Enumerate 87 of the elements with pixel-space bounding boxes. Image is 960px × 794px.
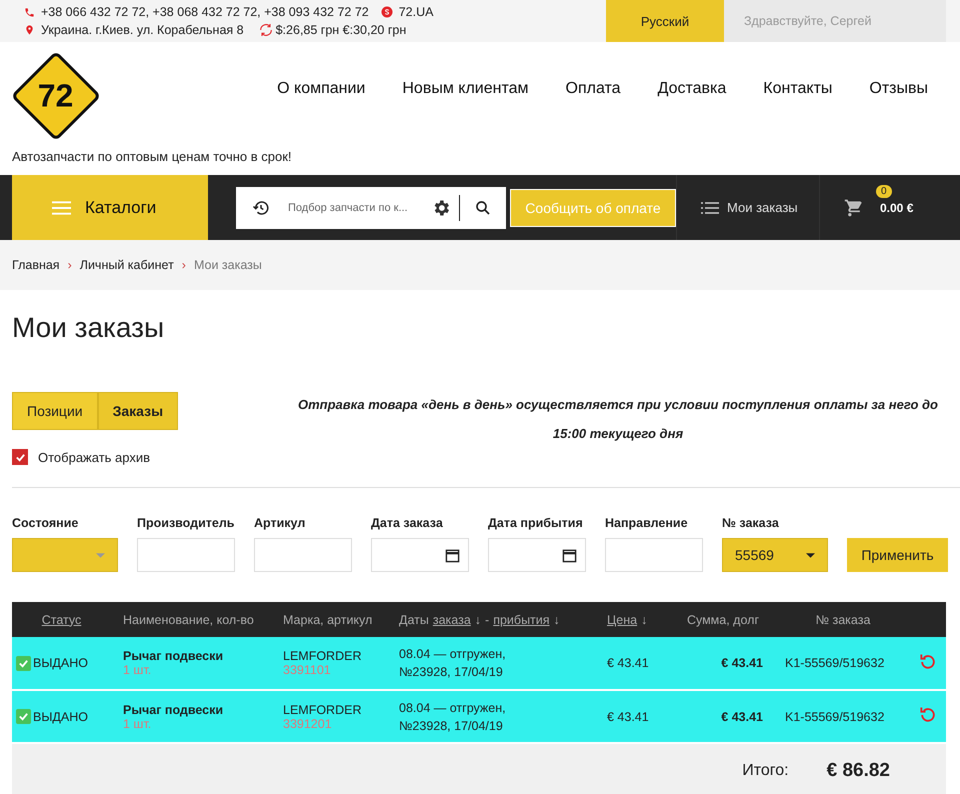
cart-icon[interactable] xyxy=(844,198,864,218)
tab[interactable]: Позиции xyxy=(12,392,98,430)
filter-label: Направление xyxy=(605,516,689,530)
nav-link[interactable]: Контакты xyxy=(763,80,832,98)
breadcrumb-separator: › xyxy=(68,258,72,272)
tab[interactable]: Заказы xyxy=(98,392,178,430)
logo[interactable]: 72 xyxy=(10,50,102,142)
nav-link[interactable]: Доставка xyxy=(658,80,726,98)
list-icon xyxy=(701,202,719,214)
calendar-icon[interactable] xyxy=(445,548,460,562)
skype-icon xyxy=(380,6,393,18)
part-name: Рычаг подвески xyxy=(123,702,224,716)
dropdown[interactable]: 55569 xyxy=(722,538,828,572)
filter-label: Дата заказа xyxy=(371,516,444,530)
menu-icon xyxy=(52,200,71,214)
input-field[interactable] xyxy=(137,538,235,572)
status-text: ВЫДАНО xyxy=(33,710,88,724)
exchange-rates: $:26,85 грн €:30,20 грн xyxy=(276,23,406,37)
caret-icon xyxy=(806,552,815,558)
checkbox[interactable] xyxy=(12,449,28,465)
filter-label: Состояние xyxy=(12,516,80,530)
column-header: Даты xyxy=(399,612,429,626)
phone-icon xyxy=(24,6,35,18)
cart-count-badge: 0 xyxy=(876,185,892,198)
column-header: ↓ xyxy=(474,612,482,626)
column-header: ↓ xyxy=(554,612,560,626)
breadcrumb-link[interactable]: Главная xyxy=(12,258,60,272)
sum: € 43.41 xyxy=(721,710,763,724)
order-number: K1-55569/519632 xyxy=(785,710,884,724)
page-title: Мои заказы xyxy=(12,312,166,345)
sort-link[interactable]: Статус xyxy=(42,612,82,626)
phone-numbers: +38 066 432 72 72, +38 068 432 72 72, +38 093 432 72 72 xyxy=(41,5,369,19)
cart-total[interactable]: 0.00 € xyxy=(880,200,914,214)
brand: LEMFORDER xyxy=(283,649,362,663)
notice-text: Отправка товара «день в день» осуществляется при условии поступления оплаты за него до 15:00 текущего дня xyxy=(296,396,939,443)
language-button[interactable]: Русский xyxy=(606,0,724,42)
refresh-icon xyxy=(258,22,274,38)
checkbox-label[interactable]: Отображать архив xyxy=(38,450,150,464)
quantity: 1 шт. xyxy=(123,716,152,730)
column-header: № заказа xyxy=(816,612,870,626)
date-field[interactable] xyxy=(371,538,469,572)
order-dates: 08.04 — отгружен, №23928, 17/04/19 xyxy=(399,646,507,681)
column-header: Марка, артикул xyxy=(283,612,372,626)
catalog-button[interactable]: Каталоги xyxy=(12,175,208,240)
price: € 43.41 xyxy=(607,710,649,724)
location-pin-icon xyxy=(24,24,35,36)
breadcrumb-link[interactable]: Личный кабинет xyxy=(80,258,174,272)
input-field[interactable] xyxy=(605,538,703,572)
column-header: ↓ xyxy=(641,612,648,626)
part-name: Рычаг подвески xyxy=(123,649,224,663)
caret-icon xyxy=(96,552,105,558)
calendar-icon[interactable] xyxy=(562,548,577,562)
order-dates: 08.04 — отгружен, №23928, 17/04/19 xyxy=(399,700,507,734)
check-icon xyxy=(14,452,26,462)
dropdown-value: 55569 xyxy=(735,547,774,563)
breadcrumb-separator: › xyxy=(182,258,186,272)
nav-link[interactable]: Отзывы xyxy=(869,80,928,98)
filter-label: Дата прибытия xyxy=(488,516,584,530)
date-field[interactable] xyxy=(488,538,586,572)
nav-link[interactable]: Новым клиентам xyxy=(402,80,529,98)
column-header: Сумма, долг xyxy=(686,612,759,626)
filter-label: № заказа xyxy=(722,516,780,530)
column-header: - xyxy=(485,612,490,626)
skype-name[interactable]: 72.UA xyxy=(398,5,434,19)
total-value: € 86.82 xyxy=(826,760,890,782)
price: € 43.41 xyxy=(607,656,649,670)
search-icon[interactable] xyxy=(474,198,492,216)
sort-link[interactable]: заказа xyxy=(432,612,471,626)
sort-link[interactable]: прибытия xyxy=(493,612,550,626)
column-header: Наименование, кол-во xyxy=(123,612,254,626)
order-number: K1-55569/519632 xyxy=(785,656,884,670)
nav-link[interactable]: О компании xyxy=(277,80,366,98)
history-icon[interactable] xyxy=(252,198,270,216)
sort-link[interactable]: Цена xyxy=(607,612,638,626)
input-field[interactable] xyxy=(254,538,352,572)
address: Украина. г.Киев. ул. Корабельная 8 xyxy=(41,23,244,37)
tagline: Автозапчасти по оптовым ценам точно в срок! xyxy=(12,149,293,164)
nav-link[interactable]: Оплата xyxy=(566,80,621,98)
apply-button[interactable]: Применить xyxy=(847,538,948,572)
filter-label: Производитель xyxy=(137,516,235,530)
breadcrumb-current: Мои заказы xyxy=(194,258,262,272)
filter-label: Артикул xyxy=(254,516,306,530)
sum: € 43.41 xyxy=(721,656,763,670)
total-label: Итого: xyxy=(742,762,789,780)
quantity: 1 шт. xyxy=(123,663,152,677)
status-text: ВЫДАНО xyxy=(33,656,88,670)
brand: LEMFORDER xyxy=(283,702,362,716)
